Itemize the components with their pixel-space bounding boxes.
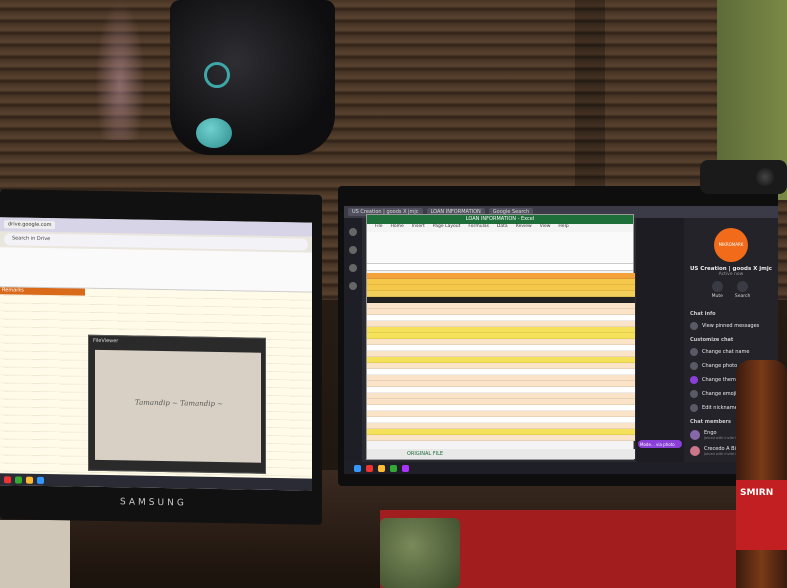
rail-icon[interactable] (349, 228, 357, 236)
phone-case (380, 518, 460, 588)
chat-info-heading[interactable]: Chat info (684, 307, 778, 319)
emoji-icon (690, 390, 698, 398)
change-chat-name[interactable]: Change chat name (684, 345, 778, 359)
view-pinned-messages[interactable]: View pinned messages (684, 319, 778, 333)
right-monitor: US Creation | goods X jmjc LOAN INFORMAT… (338, 186, 778, 486)
app-icon[interactable] (15, 475, 22, 484)
excel-ribbon (367, 232, 633, 264)
menu-label: Change chat name (702, 349, 750, 355)
curtain-shadow (575, 0, 605, 200)
app-icon[interactable] (390, 464, 397, 472)
vodka-bottle: SMIRN (736, 360, 787, 588)
taskbar (344, 462, 778, 474)
keychain-ring (204, 62, 230, 88)
excel-title: LOAN INFORMATION - Excel (367, 215, 633, 224)
bell-icon (711, 281, 723, 292)
monitor-brand: SAMSUNG (120, 497, 187, 509)
app-icon[interactable] (37, 476, 44, 484)
keychain-ball (196, 118, 232, 148)
mute-label: Mute (711, 294, 723, 299)
photo-scene: drive.google.com Search in Drive Remarks… (0, 0, 787, 588)
mute-button[interactable]: Mute (712, 281, 723, 299)
dried-flowers (95, 0, 145, 140)
left-screen: drive.google.com Search in Drive Remarks… (0, 217, 312, 491)
menu-label: View pinned messages (702, 323, 760, 329)
menu-help[interactable]: Help (558, 224, 568, 232)
left-monitor: drive.google.com Search in Drive Remarks… (0, 189, 322, 525)
menu-label: Change photo (702, 363, 738, 369)
photo-icon (690, 362, 698, 370)
windows-icon[interactable] (354, 464, 361, 472)
image-viewer-window[interactable]: FileViewer Tamandip ~ Tamandip ~ (88, 334, 266, 474)
menu-review[interactable]: Review (516, 224, 532, 232)
signature-paper: Tamandip ~ Tamandip ~ (95, 349, 261, 463)
menu-page-layout[interactable]: Page Layout (433, 224, 461, 232)
formula-bar[interactable] (367, 264, 633, 271)
rail-icon[interactable] (349, 282, 357, 290)
pencil-icon (690, 348, 698, 356)
group-status: Active now (718, 272, 744, 277)
chat-actions: Mute Search (684, 281, 778, 299)
chat-conversation: Mode... via photo (636, 218, 684, 462)
app-icon[interactable] (26, 476, 33, 484)
excel-ribbon (0, 247, 312, 293)
webcam (700, 160, 787, 194)
right-screen: US Creation | goods X jmjc LOAN INFORMAT… (344, 206, 778, 474)
nickname-icon (690, 404, 698, 412)
app-rail (344, 218, 362, 462)
menu-label: Change theme (702, 377, 739, 383)
search-button[interactable]: Search (735, 281, 750, 299)
black-backpack (170, 0, 335, 155)
chat-bubble: Mode... via photo (638, 440, 682, 448)
excel-menu: File Home Insert Page Layout Formulas Da… (367, 224, 633, 232)
sheet-tab[interactable]: ORIGINAL FILE (367, 449, 635, 459)
desk-corner (0, 520, 70, 588)
rail-icon[interactable] (349, 264, 357, 272)
search-icon (737, 281, 749, 292)
pin-icon (690, 322, 698, 330)
excel-grid[interactable] (367, 273, 635, 451)
menu-formulas[interactable]: Formulas (468, 224, 489, 232)
customize-chat-heading[interactable]: Customize chat (684, 333, 778, 345)
menu-home[interactable]: Home (391, 224, 404, 232)
app-icon[interactable] (378, 464, 385, 472)
column-header-remarks: Remarks (0, 287, 85, 296)
app-icon[interactable] (402, 464, 409, 472)
app-icon[interactable] (4, 475, 11, 483)
menu-file[interactable]: File (375, 224, 383, 232)
excel-window[interactable]: LOAN INFORMATION - Excel File Home Inser… (366, 214, 635, 460)
group-avatar: MIKROMARK (714, 228, 748, 262)
bottle-brand: SMIRN (740, 488, 774, 498)
menu-label: Change emoji (702, 391, 737, 397)
menu-label: Edit nicknames (702, 405, 741, 411)
rail-icon[interactable] (349, 246, 357, 254)
avatar (690, 430, 700, 440)
webcam-lens (756, 168, 774, 186)
viewer-title: FileViewer (93, 337, 119, 345)
theme-icon (690, 376, 698, 384)
handwritten-scribble: Tamandip ~ Tamandip ~ (135, 398, 224, 409)
menu-view[interactable]: View (540, 224, 551, 232)
table-row[interactable] (367, 435, 635, 441)
menu-data[interactable]: Data (497, 224, 508, 232)
avatar (690, 446, 700, 456)
browser-tab[interactable]: drive.google.com (4, 220, 56, 230)
menu-insert[interactable]: Insert (412, 224, 425, 232)
search-label: Search (734, 294, 751, 299)
app-icon[interactable] (366, 464, 373, 472)
